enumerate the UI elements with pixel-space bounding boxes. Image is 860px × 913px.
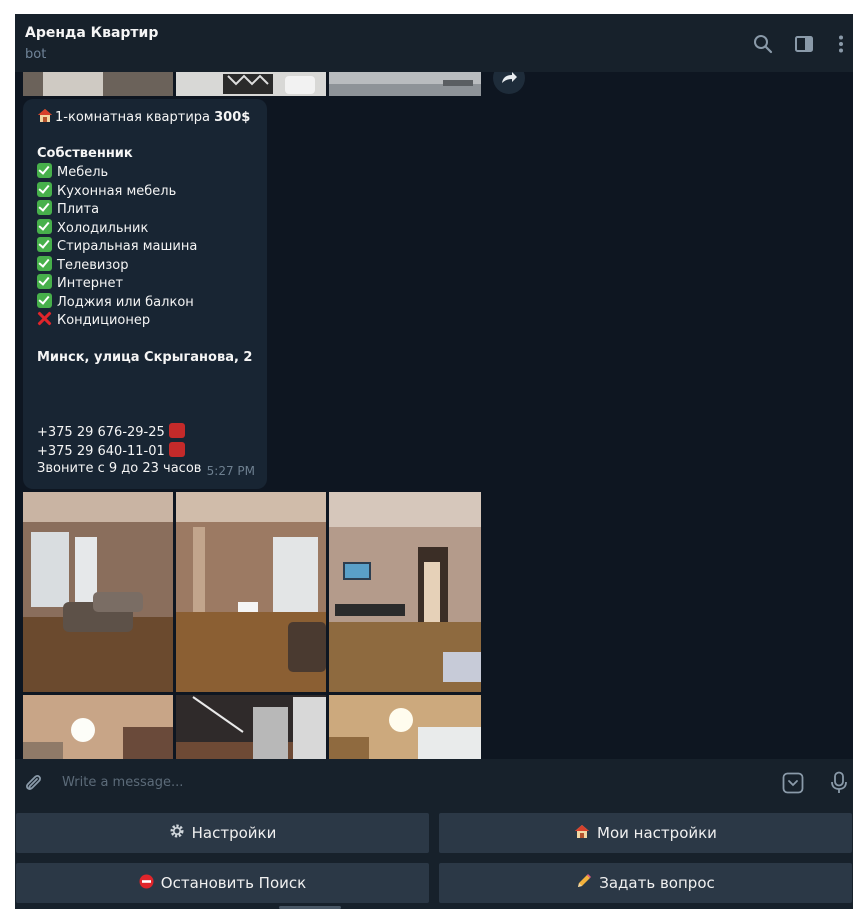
apartment-photo-5 (176, 695, 326, 759)
gear-icon (169, 823, 185, 843)
check-mark-icon (37, 237, 52, 252)
apartment-photo-2 (176, 492, 326, 692)
amenity-label: Телевизор (57, 258, 129, 273)
scroll-indicator (279, 906, 341, 909)
check-mark-icon (37, 256, 52, 271)
check-mark-icon (37, 219, 52, 234)
message-input-bar: Write a message... (15, 759, 853, 807)
amenity-item: Стиральная машина (37, 237, 197, 257)
my-settings-button[interactable]: Мои настройки (439, 813, 852, 853)
apartment-photo-1 (23, 492, 173, 692)
apartment-photo-6 (329, 695, 481, 759)
apartment-photo-4 (23, 695, 173, 759)
chat-history[interactable]: 1-комнатная квартира 300$ Собственник Ме… (15, 72, 853, 759)
amenity-item: Интернет (37, 274, 123, 294)
amenity-label: Мебель (57, 165, 109, 180)
attach-icon[interactable] (23, 773, 43, 793)
stop-search-button[interactable]: Остановить Поиск (16, 863, 429, 903)
phone-number[interactable]: +375 29 676-29-25 (37, 425, 165, 440)
house-icon (38, 109, 52, 122)
photo-album[interactable] (23, 492, 481, 759)
message-time: 5:27 PM (206, 464, 255, 479)
amenity-label: Кухонная мебель (57, 184, 177, 199)
house-icon (574, 824, 590, 843)
amenity-item: Холодильник (37, 219, 148, 239)
amenity-item: Плита (37, 200, 99, 220)
search-icon[interactable] (753, 34, 773, 54)
amenity-label: Стиральная машина (57, 239, 198, 254)
check-mark-icon (37, 182, 52, 197)
my-settings-button-label: Мои настройки (597, 824, 717, 842)
more-vertical-icon[interactable] (831, 34, 851, 54)
check-mark-icon (37, 293, 52, 308)
amenity-label: Кондиционер (57, 313, 151, 328)
listing-price: 300$ (214, 110, 251, 125)
amenity-item: Кухонная мебель (37, 182, 176, 202)
pencil-icon (576, 873, 592, 893)
settings-button-label: Настройки (191, 824, 277, 842)
message-input[interactable]: Write a message... (62, 775, 183, 790)
phone-line: +375 29 640-11-01 (37, 442, 185, 462)
ask-question-button[interactable]: Задать вопрос (439, 863, 852, 903)
telegram-window: Аренда Квартир bot 1-комнатная квартира … (15, 14, 853, 909)
check-mark-icon (37, 274, 52, 289)
amenity-label: Холодильник (57, 221, 149, 236)
amenity-item: Кондиционер (37, 311, 150, 331)
chat-title: Аренда Квартир (25, 25, 159, 41)
listing-address: Минск, улица Скрыганова, 2 (37, 350, 253, 365)
check-mark-icon (37, 163, 52, 178)
listing-message-bubble[interactable]: 1-комнатная квартира 300$ Собственник Ме… (23, 99, 267, 489)
settings-button[interactable]: Настройки (16, 813, 429, 853)
microphone-icon[interactable] (830, 771, 848, 795)
forward-button[interactable] (493, 72, 525, 94)
no-entry-icon (139, 874, 154, 893)
amenity-label: Плита (57, 202, 100, 217)
ask-question-button-label: Задать вопрос (599, 874, 715, 892)
amenity-item: Мебель (37, 163, 108, 183)
phone-line: +375 29 676-29-25 (37, 423, 185, 443)
amenity-label: Лоджия или балкон (57, 295, 194, 310)
owner-label: Собственник (37, 146, 133, 161)
listing-title-text: 1-комнатная квартира (55, 110, 215, 125)
bot-reply-keyboard: Настройки Мои настройки Остановить Поиск… (15, 807, 853, 909)
amenity-item: Лоджия или балкон (37, 293, 194, 313)
cross-mark-icon (37, 311, 52, 326)
telephone-icon (168, 423, 185, 438)
phone-number[interactable]: +375 29 640-11-01 (37, 444, 165, 459)
forward-arrow-icon (502, 72, 517, 83)
call-hours: Звоните с 9 до 23 часов (37, 461, 202, 476)
telephone-icon (168, 442, 185, 457)
amenity-item: Телевизор (37, 256, 128, 276)
check-mark-icon (37, 200, 52, 215)
stop-search-button-label: Остановить Поиск (160, 874, 307, 892)
apartment-photo-3 (329, 492, 481, 692)
bot-keyboard-icon[interactable] (782, 772, 804, 794)
chat-subtitle: bot (25, 47, 47, 62)
chat-header[interactable]: Аренда Квартир bot (15, 14, 853, 73)
listing-title: 1-комнатная квартира 300$ (37, 108, 250, 128)
amenity-label: Интернет (57, 276, 124, 291)
photo-thumbnails-top[interactable] (23, 72, 481, 96)
sidebar-panel-icon[interactable] (794, 34, 814, 54)
photo-grid[interactable] (23, 492, 481, 759)
photo-album-previous[interactable] (23, 72, 481, 96)
